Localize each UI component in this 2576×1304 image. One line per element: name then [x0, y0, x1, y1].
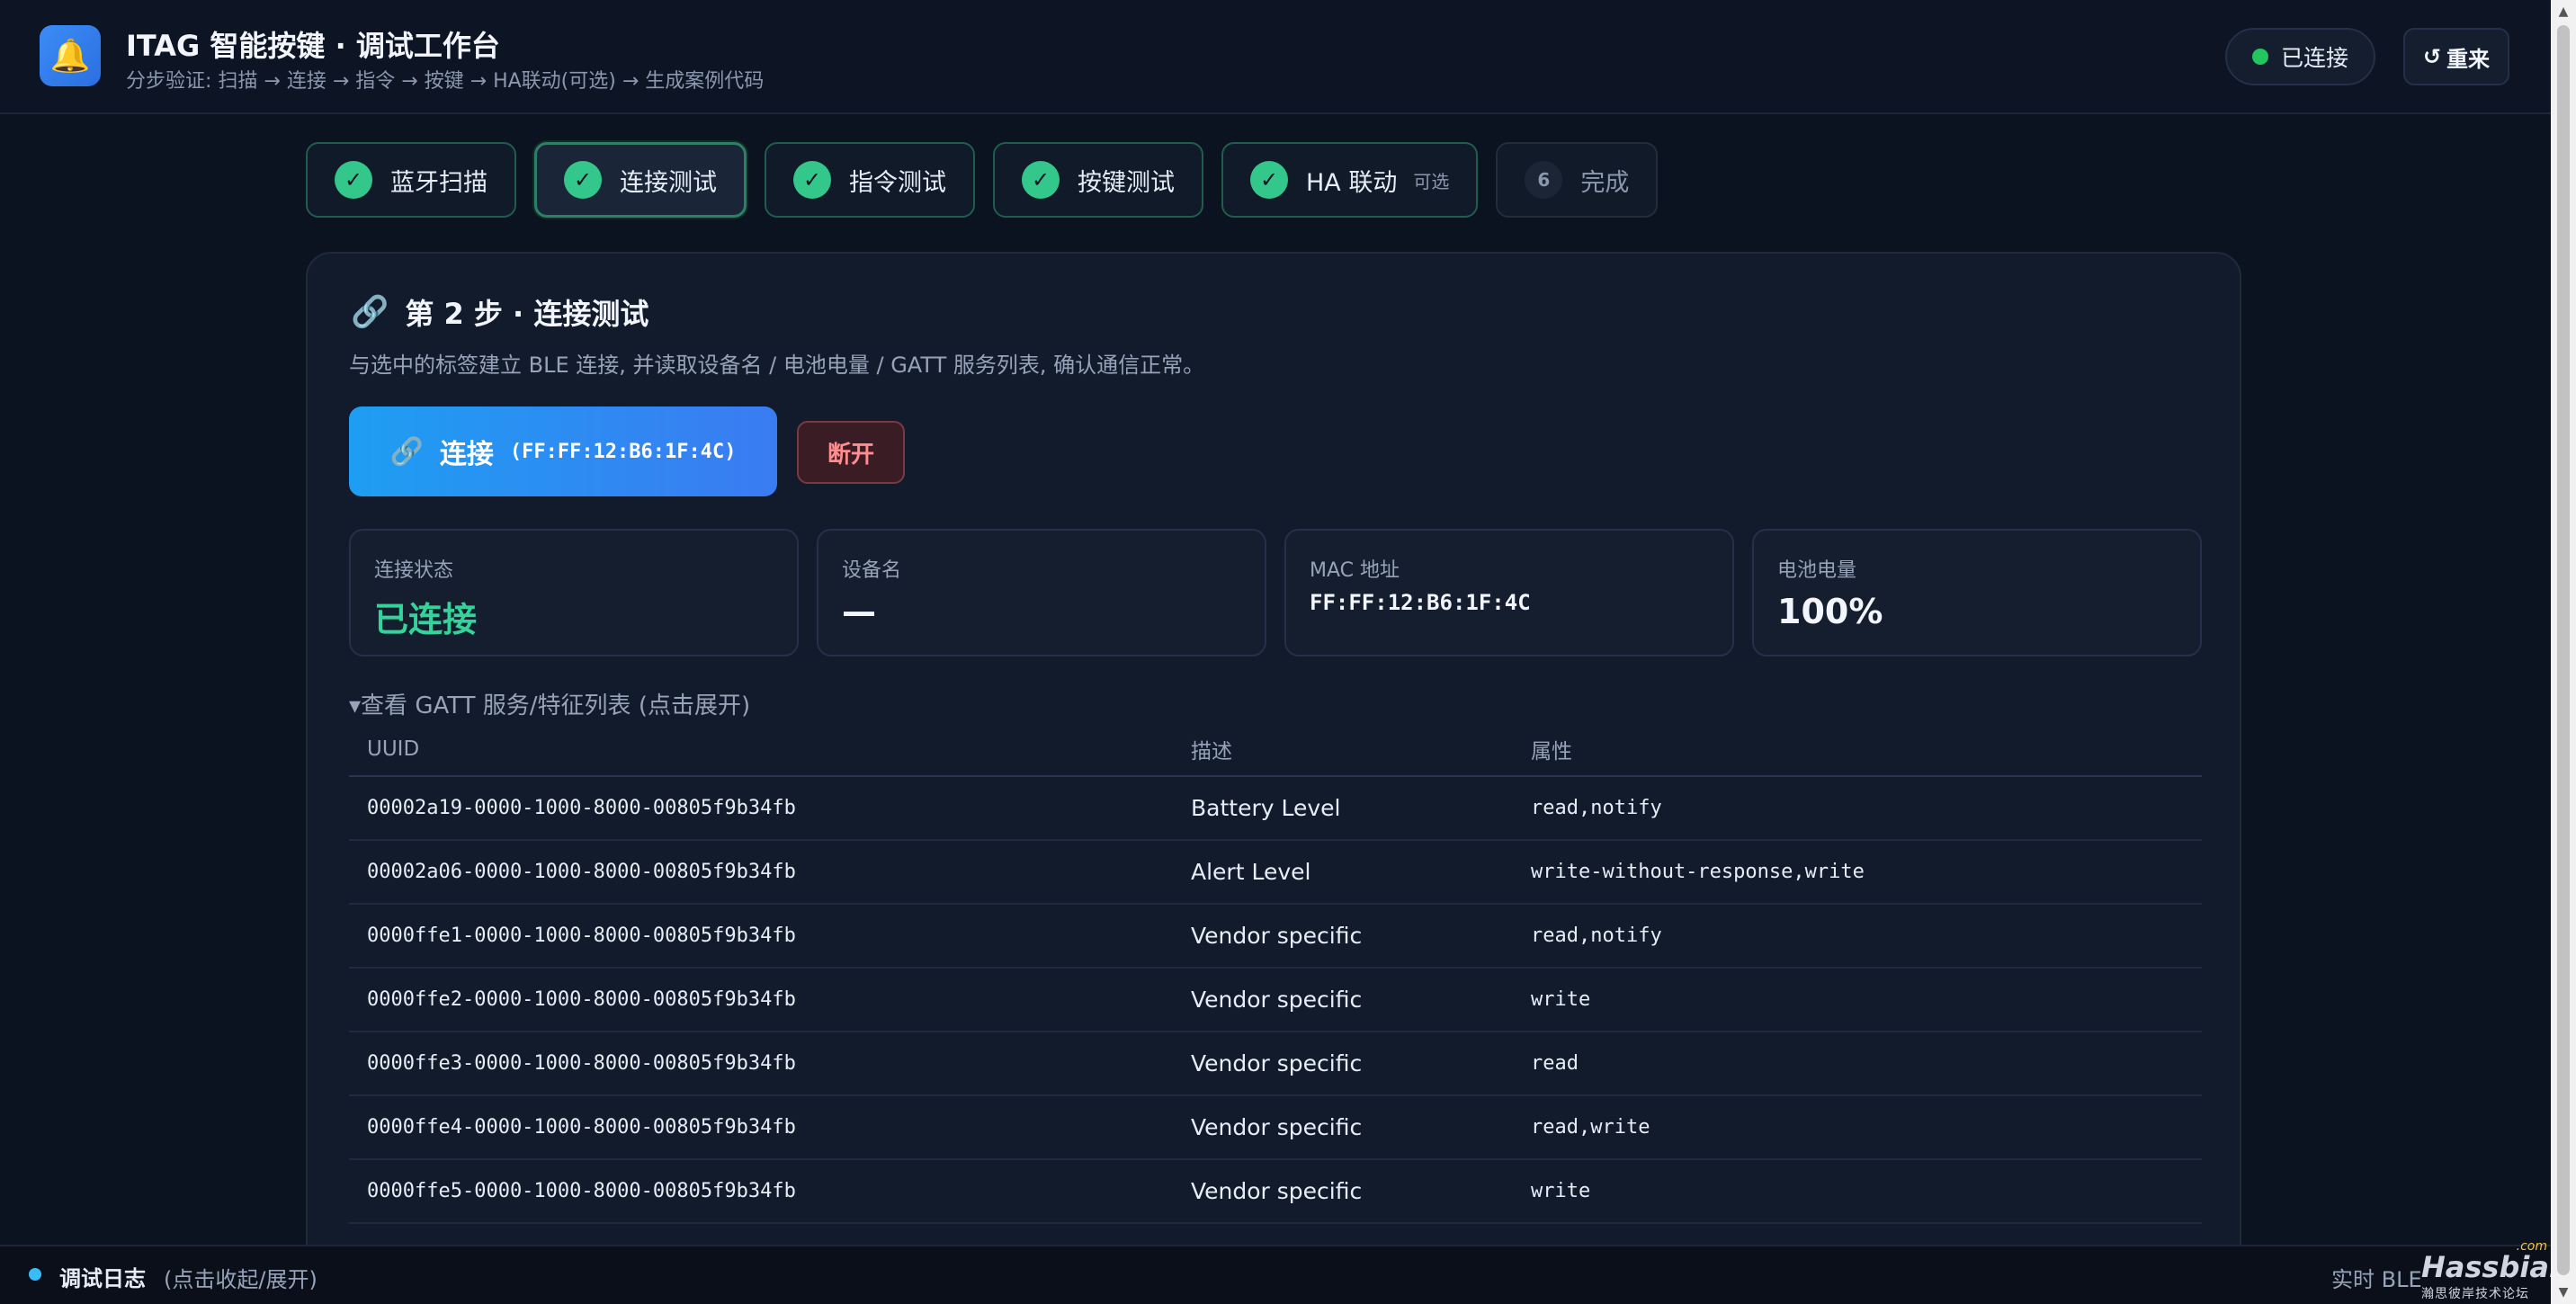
debug-log-bar[interactable]: 调试日志 (点击收起/展开) 实时 BLE [0, 1245, 2551, 1304]
gatt-table: UUID 描述 属性 00002a19-0000-1000-8000-00805… [349, 723, 2202, 1224]
app-title: ITAG 智能按键 · 调试工作台 [126, 29, 500, 63]
check-icon: ✓ [793, 161, 831, 199]
step-label: 蓝牙扫描 [390, 168, 487, 197]
card-title: 🔗 第 2 步 · 连接测试 [351, 291, 648, 333]
scroll-thumb[interactable] [2557, 25, 2570, 1275]
cell-desc: Vendor specific [1191, 1178, 1363, 1204]
column-header-props: 属性 [1531, 740, 1572, 764]
stat-battery: 电池电量 100% [1752, 529, 2202, 656]
cell-uuid: 00002a06-0000-1000-8000-00805f9b34fb [367, 861, 796, 883]
table-row: 0000ffe3-0000-1000-8000-00805f9b34fb Ven… [349, 1032, 2202, 1096]
step-tab-button[interactable]: ✓ 按键测试 [993, 142, 1203, 218]
stat-label: 连接状态 [374, 559, 454, 582]
device-stats: 连接状态 已连接 设备名 — MAC 地址 FF:FF:12:B6:1F:4C … [349, 529, 2202, 656]
stat-value: 100% [1777, 592, 1883, 631]
connect-button-label: 连接 [439, 439, 494, 470]
column-header-uuid: UUID [367, 737, 420, 761]
log-status-text: 实时 BLE [2331, 1267, 2422, 1292]
cell-props: read,notify [1531, 924, 1662, 947]
step-tab-finish[interactable]: 6 完成 [1496, 142, 1659, 218]
table-row: 0000ffe4-0000-1000-8000-00805f9b34fb Ven… [349, 1096, 2202, 1160]
table-header: UUID 描述 属性 [349, 723, 2202, 777]
step-label: 完成 [1580, 168, 1630, 197]
step-number: 6 [1525, 161, 1563, 199]
watermark-logo: .com Hassbian 瀚思彼岸技术论坛 [2418, 1239, 2570, 1304]
check-icon: ✓ [1022, 161, 1060, 199]
check-icon: ✓ [564, 161, 602, 199]
stat-value: 已连接 [374, 600, 478, 639]
cell-uuid: 0000ffe5-0000-1000-8000-00805f9b34fb [367, 1180, 796, 1202]
scroll-down-icon[interactable]: ▼ [2551, 1281, 2576, 1304]
watermark-brand: Hassbian [2421, 1250, 2570, 1284]
status-dot-icon [2251, 49, 2268, 65]
cell-uuid: 0000ffe1-0000-1000-8000-00805f9b34fb [367, 924, 796, 947]
stat-device-name: 设备名 — [817, 529, 1266, 656]
cell-desc: Battery Level [1191, 795, 1341, 821]
step-tabs: ✓ 蓝牙扫描 ✓ 连接测试 ✓ 指令测试 ✓ 按键测试 ✓ HA 联动 可选 6… [306, 142, 1659, 218]
cell-desc: Vendor specific [1191, 987, 1363, 1013]
cell-desc: Vendor specific [1191, 1114, 1363, 1140]
cell-props: write-without-response,write [1531, 861, 1865, 883]
cell-props: write [1531, 988, 1591, 1011]
table-row: 0000ffe1-0000-1000-8000-00805f9b34fb Ven… [349, 905, 2202, 969]
reset-button-label: 重来 [2446, 46, 2491, 72]
scroll-up-icon[interactable]: ▲ [2551, 0, 2576, 23]
table-row: 0000ffe2-0000-1000-8000-00805f9b34fb Ven… [349, 969, 2202, 1032]
link-icon: 🔗 [389, 435, 424, 468]
check-icon: ✓ [1250, 161, 1288, 199]
page-scrollbar[interactable]: ▲ ▼ [2551, 0, 2576, 1304]
cell-desc: Alert Level [1191, 859, 1311, 885]
cell-props: read,write [1531, 1116, 1650, 1139]
step-label: 按键测试 [1078, 168, 1175, 197]
step-tab-connect[interactable]: ✓ 连接测试 [534, 142, 747, 218]
stat-value: — [842, 592, 876, 631]
cell-uuid: 0000ffe4-0000-1000-8000-00805f9b34fb [367, 1116, 796, 1139]
stat-label: 电池电量 [1777, 559, 1857, 582]
log-title: 调试日志 [59, 1266, 146, 1291]
check-icon: ✓ [335, 161, 372, 199]
disconnect-button[interactable]: 断开 [797, 421, 905, 484]
step-tab-scan[interactable]: ✓ 蓝牙扫描 [306, 142, 516, 218]
step-label: 连接测试 [620, 168, 717, 197]
table-row: 00002a19-0000-1000-8000-00805f9b34fb Bat… [349, 777, 2202, 841]
log-toggle-hint: (点击收起/展开) [164, 1267, 318, 1292]
cell-uuid: 00002a19-0000-1000-8000-00805f9b34fb [367, 797, 796, 819]
connection-status-label: 已连接 [2280, 45, 2348, 71]
watermark-sub: 瀚思彼岸技术论坛 [2421, 1287, 2529, 1301]
connect-step-card: 🔗 第 2 步 · 连接测试 与选中的标签建立 BLE 连接, 并读取设备名 /… [306, 252, 2241, 1277]
optional-tag: 可选 [1413, 170, 1450, 192]
stat-mac-address: MAC 地址 FF:FF:12:B6:1F:4C [1284, 529, 1734, 656]
card-title-text: 第 2 步 · 连接测试 [405, 297, 649, 331]
table-row: 0000ffe5-0000-1000-8000-00805f9b34fb Ven… [349, 1160, 2202, 1224]
step-tab-command[interactable]: ✓ 指令测试 [765, 142, 975, 218]
table-row: 00002a06-0000-1000-8000-00805f9b34fb Ale… [349, 841, 2202, 905]
column-header-desc: 描述 [1191, 740, 1232, 764]
connection-status-badge: 已连接 [2225, 28, 2375, 85]
bell-icon: 🔔 [40, 25, 101, 86]
app-subtitle: 分步验证: 扫描 → 连接 → 指令 → 按键 → HA联动(可选) → 生成案… [126, 70, 765, 93]
connect-button[interactable]: 🔗 连接 (FF:FF:12:B6:1F:4C) [349, 406, 777, 496]
step-label: 指令测试 [849, 168, 946, 197]
link-icon: 🔗 [351, 294, 389, 330]
cell-uuid: 0000ffe3-0000-1000-8000-00805f9b34fb [367, 1052, 796, 1075]
stat-connection-status: 连接状态 已连接 [349, 529, 799, 656]
gatt-list-toggle[interactable]: ▾查看 GATT 服务/特征列表 (点击展开) [349, 687, 750, 720]
cell-desc: Vendor specific [1191, 923, 1363, 949]
cell-props: read,notify [1531, 797, 1662, 819]
stat-label: MAC 地址 [1310, 559, 1400, 582]
app-header: 🔔 ITAG 智能按键 · 调试工作台 分步验证: 扫描 → 连接 → 指令 →… [0, 0, 2551, 114]
cell-desc: Vendor specific [1191, 1050, 1363, 1076]
cell-props: read [1531, 1052, 1579, 1075]
step-label: HA 联动 [1306, 168, 1398, 197]
reset-button[interactable]: ↺ 重来 [2403, 28, 2509, 85]
connect-button-mac: (FF:FF:12:B6:1F:4C) [509, 440, 737, 463]
card-description: 与选中的标签建立 BLE 连接, 并读取设备名 / 电池电量 / GATT 服务… [349, 353, 1205, 378]
stat-value: FF:FF:12:B6:1F:4C [1310, 590, 1531, 615]
step-tab-ha[interactable]: ✓ HA 联动 可选 [1221, 142, 1479, 218]
stat-label: 设备名 [842, 559, 902, 582]
cell-props: write [1531, 1180, 1591, 1202]
cell-uuid: 0000ffe2-0000-1000-8000-00805f9b34fb [367, 988, 796, 1011]
log-status-dot-icon [29, 1268, 41, 1281]
refresh-icon: ↺ [2422, 44, 2442, 69]
